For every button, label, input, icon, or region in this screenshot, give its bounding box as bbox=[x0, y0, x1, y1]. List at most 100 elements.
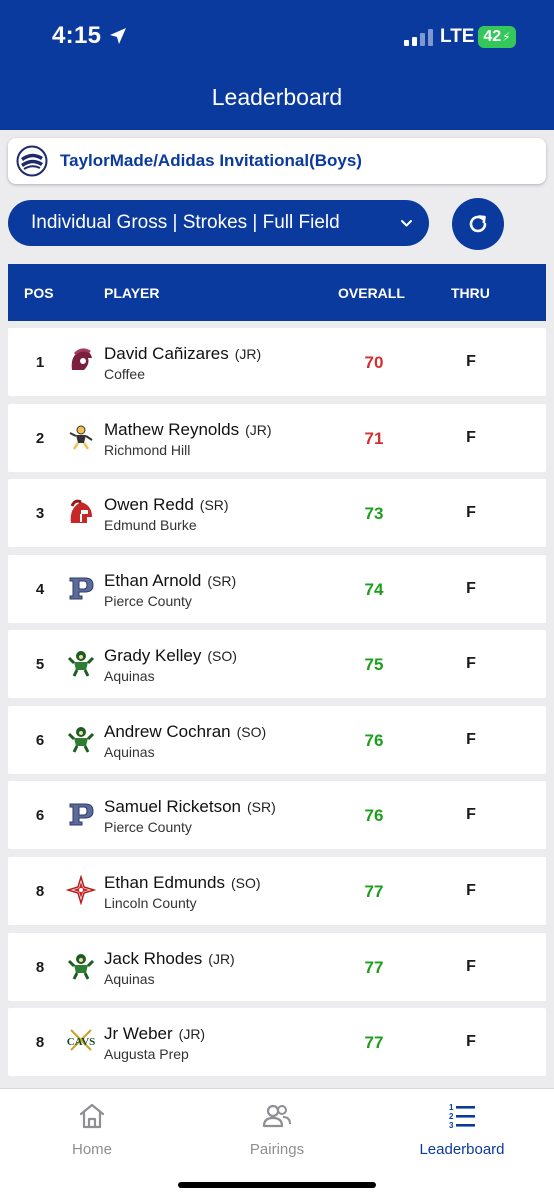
event-title: TaylorMade/Adidas Invitational(Boys) bbox=[60, 151, 362, 170]
thru-status: F bbox=[466, 806, 476, 823]
location-arrow-icon bbox=[110, 28, 126, 44]
leaderboard-row[interactable]: 3 Owen Redd (SR) Edmund Burke 73 F bbox=[8, 479, 546, 547]
chevron-down-icon bbox=[401, 220, 412, 227]
app-header: 4:15 LTE 42 ⚡ Leaderboard bbox=[0, 0, 554, 130]
player-name: Andrew Cochran bbox=[104, 722, 231, 741]
home-icon bbox=[79, 1103, 105, 1129]
player-team: Aquinas bbox=[104, 971, 155, 987]
letter-p-icon bbox=[69, 577, 94, 600]
battery-icon: 42 ⚡ bbox=[478, 26, 516, 48]
tab-home-label: Home bbox=[71, 1141, 112, 1158]
thru-status: F bbox=[466, 1033, 476, 1050]
filter-label: Individual Gross | Strokes | Full Field bbox=[31, 212, 340, 233]
row-pos: 8 bbox=[35, 1034, 45, 1051]
home-indicator bbox=[178, 1182, 376, 1188]
tab-home[interactable]: Home bbox=[0, 1101, 184, 1158]
row-pos: 6 bbox=[35, 807, 45, 824]
spartan-icon bbox=[70, 499, 92, 523]
status-bar: 4:15 LTE 42 ⚡ bbox=[0, 0, 554, 74]
column-header-thru: THRU bbox=[451, 285, 490, 301]
leaderboard-row[interactable]: 4 Ethan Arnold (SR) Pierce County 74 F bbox=[8, 555, 546, 623]
overall-score: 77 bbox=[364, 882, 384, 901]
player-team: Augusta Prep bbox=[104, 1046, 189, 1062]
cavs-icon: CAVS bbox=[67, 1029, 96, 1051]
player-name-text: Samuel Ricketson (SR) bbox=[104, 797, 276, 817]
player-name-text: Jack Rhodes (JR) bbox=[104, 949, 235, 969]
player-name: Jack Rhodes bbox=[104, 949, 203, 968]
leaderboard-row[interactable]: 2 Mathew Reynolds (JR) Richmond Hill 71 F bbox=[8, 404, 546, 472]
irish-mascot-icon bbox=[67, 651, 95, 677]
row-pos: 4 bbox=[35, 581, 45, 598]
player-name: Grady Kelley bbox=[104, 646, 202, 665]
status-time: 4:15 bbox=[52, 22, 102, 49]
overall-score: 77 bbox=[364, 1033, 384, 1052]
svg-text:2: 2 bbox=[449, 1112, 454, 1121]
player-name: Samuel Ricketson bbox=[104, 797, 242, 816]
row-pos: 8 bbox=[35, 959, 45, 976]
player-name-text: David Cañizares (JR) bbox=[104, 344, 261, 364]
tab-leaderboard[interactable]: 1 2 3 Leaderboard bbox=[370, 1101, 554, 1158]
overall-score: 70 bbox=[364, 353, 384, 372]
row-pos: 2 bbox=[35, 430, 45, 447]
tab-pairings-label: Pairings bbox=[249, 1141, 305, 1158]
thru-status: F bbox=[466, 504, 476, 521]
player-team: Aquinas bbox=[104, 744, 155, 760]
player-team: Richmond Hill bbox=[104, 442, 191, 458]
player-name: Mathew Reynolds bbox=[104, 420, 240, 439]
player-name: Ethan Edmunds bbox=[104, 873, 225, 892]
leaderboard-row[interactable]: 8 CAVS Jr Weber (JR) Augusta Prep 77 F bbox=[8, 1008, 546, 1076]
player-year: (SR) bbox=[207, 573, 237, 589]
leaderboard-table-header: POS PLAYER OVERALL THRU bbox=[8, 264, 546, 321]
event-card[interactable]: TaylorMade/Adidas Invitational(Boys) bbox=[8, 138, 546, 184]
leaderboard-row[interactable]: 6 Samuel Ricketson (SR) Pierce County 76 … bbox=[8, 781, 546, 849]
row-pos: 3 bbox=[35, 505, 45, 522]
player-team: Aquinas bbox=[104, 668, 155, 684]
player-team: Lincoln County bbox=[104, 895, 197, 911]
letter-p-icon bbox=[69, 803, 94, 826]
leaderboard-row[interactable]: 5 Grady Kelley (SO) Aquinas 75 F bbox=[8, 630, 546, 698]
refresh-button[interactable] bbox=[452, 198, 504, 250]
cavs-logo-text: CAVS bbox=[67, 1036, 96, 1048]
thru-status: F bbox=[466, 353, 476, 370]
player-team: Pierce County bbox=[104, 593, 192, 609]
leaderboard-row[interactable]: 8 Jack Rhodes (JR) Aquinas 77 F bbox=[8, 933, 546, 1001]
player-name-text: Owen Redd (SR) bbox=[104, 495, 229, 515]
mascot-icon bbox=[69, 425, 93, 450]
player-year: (SR) bbox=[199, 497, 229, 513]
leaderboard-row[interactable]: 6 Andrew Cochran (SO) Aquinas 76 F bbox=[8, 706, 546, 774]
trojan-icon bbox=[71, 348, 92, 370]
column-header-overall: OVERALL bbox=[338, 285, 405, 301]
network-label: LTE bbox=[440, 26, 475, 47]
row-pos: 8 bbox=[35, 883, 45, 900]
column-header-pos: POS bbox=[24, 285, 54, 301]
row-pos: 1 bbox=[35, 354, 45, 371]
column-header-player: PLAYER bbox=[104, 285, 160, 301]
player-name: Ethan Arnold bbox=[104, 571, 202, 590]
compass-star-icon bbox=[66, 875, 96, 905]
player-year: (JR) bbox=[208, 951, 235, 967]
event-logo-icon bbox=[16, 145, 48, 177]
svg-text:3: 3 bbox=[449, 1121, 454, 1130]
overall-score: 71 bbox=[364, 429, 384, 448]
player-name-text: Ethan Edmunds (SO) bbox=[104, 873, 261, 893]
player-name: Jr Weber bbox=[104, 1024, 173, 1043]
leaderboard-row[interactable]: 1 David Cañizares (JR) Coffee 70 F bbox=[8, 328, 546, 396]
player-team: Coffee bbox=[104, 366, 145, 382]
player-name: David Cañizares bbox=[104, 344, 229, 363]
thru-status: F bbox=[466, 882, 476, 899]
row-pos: 5 bbox=[35, 656, 45, 673]
overall-score: 74 bbox=[364, 580, 384, 599]
player-name-text: Ethan Arnold (SR) bbox=[104, 571, 236, 591]
tab-leaderboard-label: Leaderboard bbox=[419, 1141, 505, 1158]
player-name-text: Grady Kelley (SO) bbox=[104, 646, 237, 666]
overall-score: 77 bbox=[364, 958, 384, 977]
player-year: (SO) bbox=[236, 724, 267, 740]
tab-pairings[interactable]: Pairings bbox=[185, 1101, 369, 1158]
leaderboard-row[interactable]: 8 Ethan Edmunds (SO) Lincoln County 77 F bbox=[8, 857, 546, 925]
leaderboard-filter-select[interactable]: Individual Gross | Strokes | Full Field bbox=[8, 200, 429, 246]
refresh-icon bbox=[469, 215, 487, 233]
player-name-text: Jr Weber (JR) bbox=[104, 1024, 205, 1044]
player-name-text: Andrew Cochran (SO) bbox=[104, 722, 266, 742]
player-year: (JR) bbox=[245, 422, 272, 438]
overall-score: 76 bbox=[364, 806, 384, 825]
